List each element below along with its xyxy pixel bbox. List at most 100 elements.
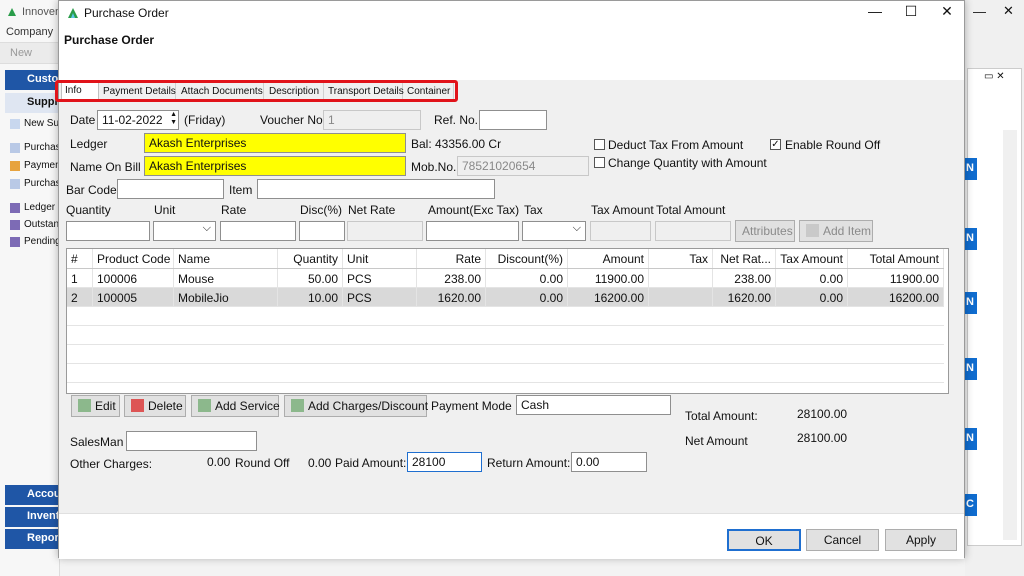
background-blue-button[interactable]: N [963,428,977,450]
barcode-field[interactable] [117,179,224,199]
return-amount-field[interactable]: 0.00 [571,452,647,472]
col-header[interactable]: Unit [343,249,417,268]
quantity-input[interactable] [66,221,150,241]
col-header[interactable]: Product Code [93,249,174,268]
background-menu-company[interactable]: Company [6,26,53,38]
table-row-empty[interactable] [67,326,944,345]
add-charges-discount-button[interactable]: Add Charges/Discount [284,395,428,417]
table-cell: 1620.00 [713,288,776,307]
table-row[interactable]: 2 100005 MobileJio 10.00 PCS 1620.00 0.0… [67,288,944,307]
close-icon[interactable]: ✕ [931,3,963,23]
amount-exc-tax-input[interactable] [426,221,519,241]
delete-button[interactable]: Delete [124,395,186,417]
tab-attach-documents[interactable]: Attach Documents [178,82,264,101]
col-header[interactable]: Total Amount [848,249,944,268]
background-minimize-icon[interactable]: — [973,4,986,19]
other-charges-value: 0.00 [207,455,231,469]
background-close-icon[interactable]: ✕ [1003,3,1014,19]
ledger-field[interactable]: Akash Enterprises [144,133,406,153]
rate-input[interactable] [220,221,296,241]
tax-select[interactable] [522,221,586,241]
tab-transport-details[interactable]: Transport Details [325,82,404,101]
col-header[interactable]: Name [174,249,278,268]
change-quantity-label: Change Quantity with Amount [608,156,767,170]
background-item[interactable]: Purchas [10,142,60,153]
attributes-button[interactable]: Attributes [735,220,795,242]
col-header[interactable]: # [67,249,93,268]
maximize-icon[interactable]: ☐ [895,3,927,23]
unit-select[interactable] [153,221,216,241]
app-logo-icon [8,8,16,16]
discount-input[interactable] [299,221,345,241]
table-row-empty[interactable] [67,345,944,364]
background-blue-button[interactable]: N [963,228,977,250]
col-header[interactable]: Rate [417,249,486,268]
col-header[interactable]: Quantity [278,249,343,268]
table-row[interactable]: 1 100006 Mouse 50.00 PCS 238.00 0.00 119… [67,269,944,288]
mobile-field[interactable]: 78521020654 [457,156,589,176]
minimize-icon[interactable]: — [859,3,891,23]
background-blue-button[interactable]: N [963,358,977,380]
table-cell: PCS [343,269,417,288]
table-cell: 0.00 [776,288,848,307]
ref-label: Ref. No. [434,113,479,127]
total-amount-input[interactable] [655,221,731,241]
add-item-button[interactable]: Add Item [799,220,873,242]
enable-round-off-checkbox[interactable]: ✓ [770,139,781,150]
background-section-customers[interactable]: Custo [5,70,60,90]
net-amount-label: Net Amount [685,434,748,448]
background-item[interactable]: Purchas [10,178,60,189]
background-item[interactable]: New Sup [10,118,60,129]
salesman-field[interactable] [126,431,257,451]
add-service-button[interactable]: Add Service [191,395,280,417]
item-field[interactable] [257,179,495,199]
name-on-bill-field[interactable]: Akash Enterprises [144,156,406,176]
payment-mode-field[interactable]: Cash [516,395,671,415]
cancel-button[interactable]: Cancel [806,529,879,551]
background-section-suppliers[interactable]: Suppl [5,93,60,113]
background-item[interactable]: Pending [10,236,60,247]
background-item[interactable]: Ledger R [10,202,60,213]
tax-amount-input[interactable] [590,221,651,241]
table-cell: Mouse [174,269,278,288]
edit-button[interactable]: Edit [71,395,120,417]
col-header[interactable]: Net Rat... [713,249,776,268]
background-new-button[interactable]: New [10,47,32,59]
change-quantity-checkbox[interactable] [594,157,605,168]
tab-description[interactable]: Description [266,82,324,101]
deduct-tax-checkbox[interactable] [594,139,605,150]
spin-icon[interactable]: ▲ ▼ [170,111,177,127]
ok-button[interactable]: OK [727,529,801,551]
col-header[interactable]: Discount(%) [486,249,568,268]
round-off-value: 0.00 [308,456,332,470]
net-rate-input[interactable] [347,221,423,241]
col-header[interactable]: Amount [568,249,649,268]
col-header[interactable]: Tax [649,249,713,268]
background-section-reports[interactable]: Report [5,529,60,549]
total-amount-label: Total Amount: [685,409,758,423]
table-row-empty[interactable] [67,364,944,383]
date-picker[interactable]: 11-02-2022 ▲ ▼ [97,110,179,130]
background-blue-button[interactable]: N [963,158,977,180]
tab-container[interactable]: Container [404,82,454,101]
voucher-number-field[interactable]: 1 [323,110,421,130]
background-scrollbar[interactable] [1003,130,1017,540]
items-table[interactable]: # Product Code Name Quantity Unit Rate D… [66,248,949,394]
background-item[interactable]: Outstan [10,219,60,230]
paid-amount-field[interactable]: 28100 [407,452,482,472]
col-header[interactable]: Tax Amount [776,249,848,268]
ref-number-field[interactable] [479,110,547,130]
table-cell [649,288,713,307]
background-blue-button[interactable]: C [963,494,977,516]
table-row-empty[interactable] [67,307,944,326]
tab-info[interactable]: Info [61,80,99,101]
item-label: Item [229,183,253,197]
table-cell: 1620.00 [417,288,486,307]
background-section-inventory[interactable]: Invent [5,507,60,527]
tab-payment-details[interactable]: Payment Details [100,82,176,101]
window-title: Purchase Order [84,6,169,20]
background-section-accounts[interactable]: Accou [5,485,60,505]
apply-button[interactable]: Apply [885,529,957,551]
background-item[interactable]: Paymen [10,160,60,171]
background-blue-button[interactable]: N [963,292,977,314]
